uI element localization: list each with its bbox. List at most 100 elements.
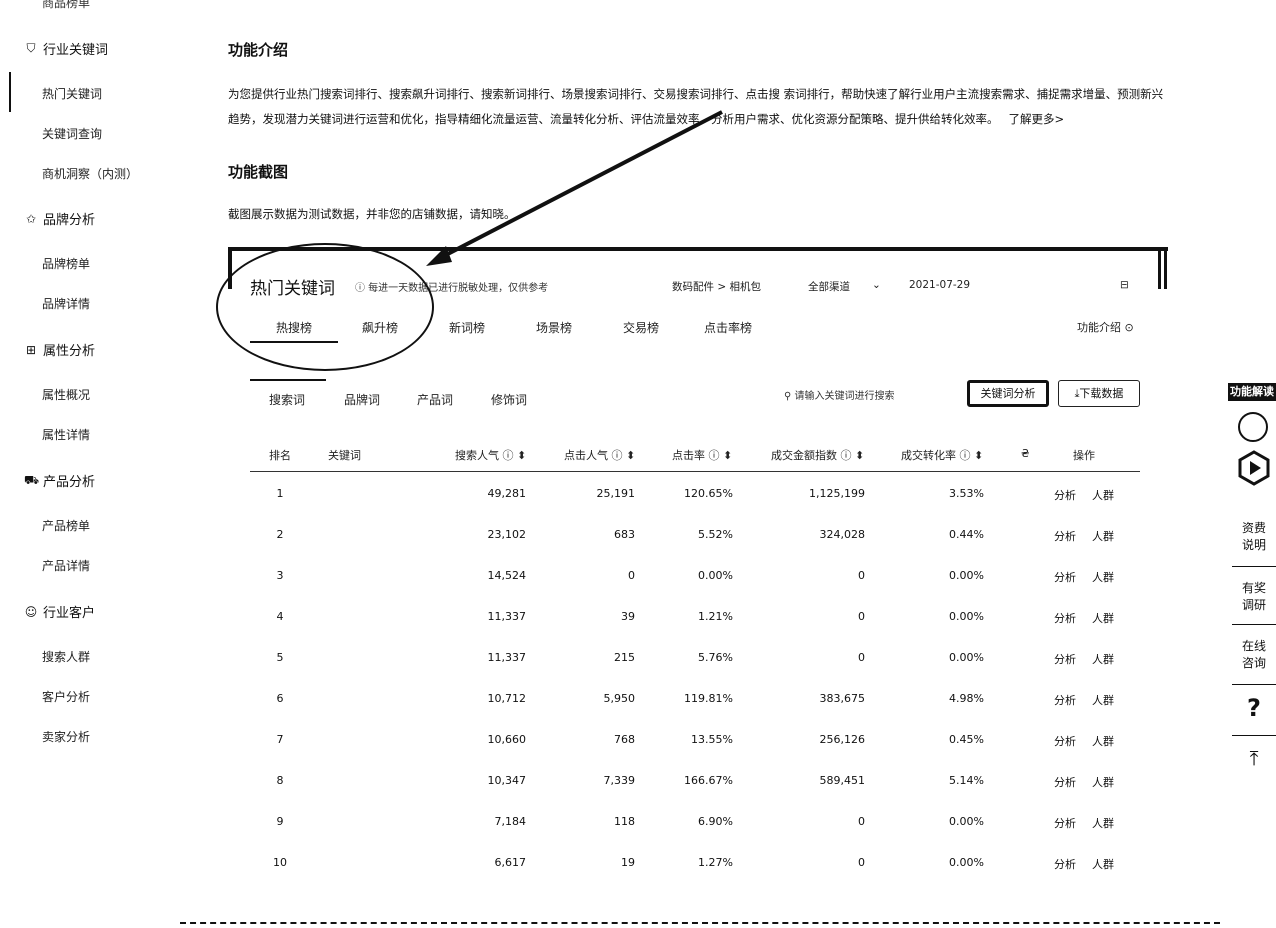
- tab-scene[interactable]: 场景榜: [536, 319, 572, 336]
- survey-link[interactable]: 有奖调研: [1232, 580, 1276, 614]
- sidebar-item[interactable]: 属性详情: [42, 426, 90, 443]
- col-conversion-rate[interactable]: 成交转化率 ⓘ ⬍: [901, 447, 983, 463]
- col-search-popularity[interactable]: 搜索人气 ⓘ ⬍: [455, 447, 526, 463]
- sidebar-group-2[interactable]: ⊞ 属性分析: [24, 340, 96, 360]
- user-icon: ☺: [24, 604, 38, 619]
- cell-rank: 8: [276, 774, 284, 787]
- sidebar-item[interactable]: 客户分析: [42, 688, 90, 705]
- cell-ctr: 1.27%: [698, 856, 733, 869]
- sidebar-item[interactable]: 品牌详情: [42, 295, 90, 312]
- subtab-product-words[interactable]: 产品词: [417, 391, 453, 408]
- crowd-link[interactable]: 人群: [1092, 856, 1114, 872]
- sidebar-item[interactable]: 品牌榜单: [42, 255, 90, 272]
- tab-ctr[interactable]: 点击率榜: [704, 319, 752, 336]
- sidebar-item[interactable]: 关键词查询: [42, 125, 102, 142]
- help-question-icon[interactable]: ?: [1232, 694, 1276, 722]
- crowd-link[interactable]: 人群: [1092, 815, 1114, 831]
- col-ctr[interactable]: 点击率 ⓘ ⬍: [672, 447, 732, 463]
- crowd-link[interactable]: 人群: [1092, 610, 1114, 626]
- crowd-link[interactable]: 人群: [1092, 692, 1114, 708]
- cell-ctr: 6.90%: [698, 815, 733, 828]
- cell-rank: 6: [276, 692, 284, 705]
- feature-guide-badge[interactable]: 功能解读: [1228, 383, 1276, 401]
- cell-conversion-rate: 0.00%: [949, 856, 984, 869]
- category-filter[interactable]: 数码配件 > 相机包: [672, 279, 761, 294]
- crowd-link[interactable]: 人群: [1092, 528, 1114, 544]
- cell-click-popularity: 0: [628, 569, 635, 582]
- analyze-link[interactable]: 分析: [1054, 610, 1076, 626]
- analyze-link[interactable]: 分析: [1054, 856, 1076, 872]
- cell-click-popularity: 118: [614, 815, 635, 828]
- cell-search-popularity: 10,712: [487, 692, 527, 705]
- back-to-top-icon[interactable]: ⤒: [1232, 746, 1276, 770]
- analyze-link[interactable]: 分析: [1054, 692, 1076, 708]
- cell-gmv-index: 0: [858, 815, 865, 828]
- learn-more-link[interactable]: 了解更多>: [1009, 112, 1065, 126]
- crowd-link[interactable]: 人群: [1092, 569, 1114, 585]
- sidebar-group-1[interactable]: ✩ 品牌分析: [24, 209, 95, 229]
- sidebar-item[interactable]: 卖家分析: [42, 728, 90, 745]
- analyze-link[interactable]: 分析: [1054, 733, 1076, 749]
- subtab-brand-words[interactable]: 品牌词: [344, 391, 380, 408]
- sidebar-item[interactable]: 属性概况: [42, 386, 90, 403]
- analyze-link[interactable]: 分析: [1054, 569, 1076, 585]
- crowd-link[interactable]: 人群: [1092, 651, 1114, 667]
- cell-search-popularity: 10,347: [487, 774, 527, 787]
- sidebar-item[interactable]: 热门关键词: [42, 85, 102, 102]
- active-indicator: [9, 72, 11, 112]
- cell-click-popularity: 25,191: [596, 487, 636, 500]
- play-video-icon[interactable]: [1236, 450, 1272, 486]
- cell-gmv-index: 256,126: [819, 733, 866, 746]
- search-input[interactable]: ⚲ 请输入关键词进行搜索: [784, 387, 895, 402]
- crowd-link[interactable]: 人群: [1092, 487, 1114, 503]
- download-data-button[interactable]: ⤓下载数据: [1058, 380, 1140, 407]
- star-icon: ✩: [25, 211, 37, 226]
- sidebar: 商品榜单 ⛉ 行业关键词热门关键词关键词查询商机洞察（内测） ✩ 品牌分析品牌榜单品牌…: [0, 0, 190, 928]
- col-click-popularity[interactable]: 点击人气 ⓘ ⬍: [564, 447, 635, 463]
- sidebar-group-4[interactable]: ☺ 行业客户: [24, 602, 95, 622]
- analyze-link[interactable]: 分析: [1054, 528, 1076, 544]
- channel-filter[interactable]: 全部渠道: [808, 279, 850, 294]
- sidebar-item[interactable]: 产品详情: [42, 557, 90, 574]
- sidebar-group-3[interactable]: ⛟ 产品分析: [24, 471, 95, 491]
- cell-search-popularity: 11,337: [487, 610, 527, 623]
- graduation-icon[interactable]: [1238, 412, 1268, 442]
- tab-new-words[interactable]: 新词榜: [449, 319, 485, 336]
- chevron-down-icon[interactable]: ⌄: [872, 279, 881, 291]
- subtab-modifier-words[interactable]: 修饰词: [491, 391, 527, 408]
- keyword-analysis-button[interactable]: 关键词分析: [967, 380, 1049, 407]
- help-link[interactable]: 功能介绍 ⊙: [1077, 319, 1134, 335]
- cell-rank: 3: [276, 569, 284, 582]
- bottom-edge: [180, 922, 1220, 928]
- shield-icon: ⛉: [26, 41, 36, 55]
- sidebar-item[interactable]: 搜索人群: [42, 648, 90, 665]
- sidebar-group-0[interactable]: ⛉ 行业关键词: [24, 39, 108, 58]
- online-consult-link[interactable]: 在线咨询: [1232, 638, 1276, 672]
- cell-rank: 5: [276, 651, 284, 664]
- active-subtab-indicator: [250, 379, 326, 381]
- date-picker[interactable]: 2021-07-29: [909, 279, 970, 291]
- analyze-link[interactable]: 分析: [1054, 815, 1076, 831]
- cell-conversion-rate: 0.44%: [949, 528, 984, 541]
- analyze-link[interactable]: 分析: [1054, 487, 1076, 503]
- tab-trade[interactable]: 交易榜: [623, 319, 659, 336]
- cell-ctr: 13.55%: [691, 733, 733, 746]
- crowd-link[interactable]: 人群: [1092, 774, 1114, 790]
- subtab-search-words[interactable]: 搜索词: [269, 391, 305, 408]
- sidebar-item-product-ranking[interactable]: 商品榜单: [42, 0, 90, 11]
- col-gmv-index[interactable]: 成交金额指数 ⓘ ⬍: [771, 447, 864, 463]
- calendar-icon[interactable]: ⊟: [1120, 279, 1129, 291]
- sidebar-item[interactable]: 商机洞察（内测）: [42, 165, 138, 182]
- analyze-link[interactable]: 分析: [1054, 774, 1076, 790]
- cell-ctr: 5.52%: [698, 528, 733, 541]
- crowd-link[interactable]: 人群: [1092, 733, 1114, 749]
- analyze-link[interactable]: 分析: [1054, 651, 1076, 667]
- sidebar-group-label: 行业关键词: [43, 43, 109, 58]
- cell-click-popularity: 5,950: [603, 692, 636, 705]
- pricing-info-link[interactable]: 资费说明: [1232, 520, 1276, 554]
- sidebar-item[interactable]: 产品榜单: [42, 517, 90, 534]
- cell-search-popularity: 14,524: [487, 569, 527, 582]
- cell-click-popularity: 19: [621, 856, 635, 869]
- toolbar-divider: [1232, 735, 1276, 736]
- sidebar-group-label: 属性分析: [43, 344, 96, 359]
